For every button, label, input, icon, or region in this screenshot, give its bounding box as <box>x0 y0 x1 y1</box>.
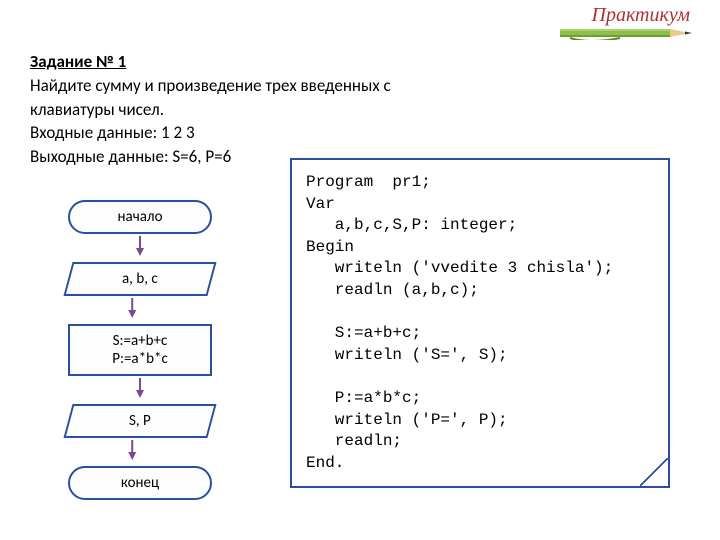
arrow-down-icon <box>126 298 138 318</box>
code-line: writeln ('S=', S); <box>306 346 508 364</box>
code-line: S:=a+b+c; <box>306 324 421 342</box>
flow-output: S, P <box>63 404 216 438</box>
code-line: writeln ('vvedite 3 chisla'); <box>306 259 613 277</box>
flowchart: начало a, b, c S:=a+b+c P:=a*b*c S, P ко… <box>40 200 240 528</box>
brand-word: Практикум <box>592 4 690 27</box>
code-line: a,b,c,S,P: integer; <box>306 216 517 234</box>
flow-input: a, b, c <box>63 262 216 296</box>
code-line: End. <box>306 454 344 472</box>
arrow-down-icon <box>134 378 146 398</box>
arrow-down-icon <box>134 236 146 256</box>
brand-logo: Практикум <box>560 6 700 46</box>
pencil-icon <box>560 26 700 40</box>
task-description: Задание № 1 Найдите сумму и произведение… <box>30 50 391 169</box>
code-line: Var <box>306 195 335 213</box>
code-line: readln; <box>306 432 402 450</box>
flow-end: конец <box>68 466 212 500</box>
task-input: Входные данные: 1 2 3 <box>30 121 391 145</box>
code-line: Program pr1; <box>306 173 431 191</box>
task-line: Найдите сумму и произведение трех введен… <box>30 74 391 98</box>
flow-start: начало <box>68 200 212 234</box>
code-listing: Program pr1; Var a,b,c,S,P: integer; Beg… <box>290 158 670 488</box>
code-line: Begin <box>306 238 354 256</box>
task-title: Задание № 1 <box>30 50 391 74</box>
code-line: writeln ('P=', P); <box>306 411 508 429</box>
code-line: P:=a*b*c; <box>306 389 421 407</box>
arrow-down-icon <box>126 440 138 460</box>
flow-process: S:=a+b+c P:=a*b*c <box>68 324 212 376</box>
task-line: клавиатуры чисел. <box>30 98 391 122</box>
code-line: readln (a,b,c); <box>306 281 479 299</box>
